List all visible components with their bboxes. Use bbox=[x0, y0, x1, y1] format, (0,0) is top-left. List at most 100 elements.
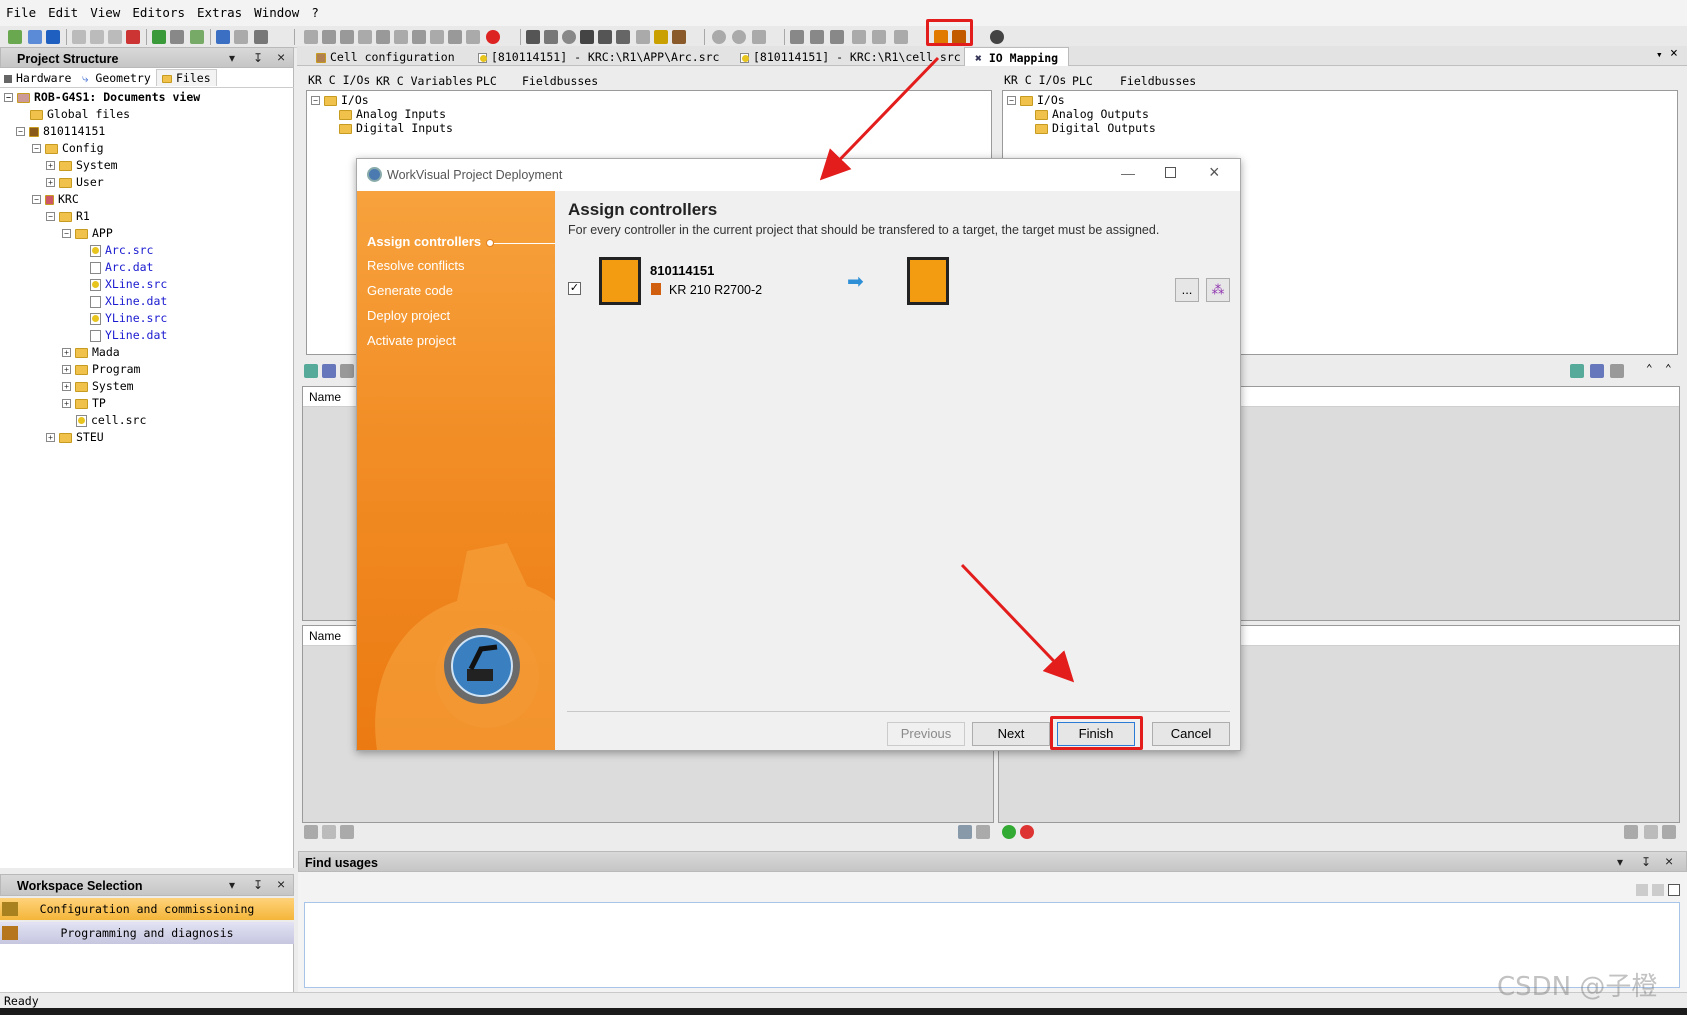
tree-config[interactable]: − Config bbox=[32, 140, 104, 156]
dropdown-icon[interactable]: ▾ bbox=[229, 878, 235, 892]
tab-files[interactable]: Files bbox=[156, 69, 217, 86]
tree-program[interactable]: + Program bbox=[62, 361, 140, 377]
close-icon[interactable]: × bbox=[1670, 46, 1678, 61]
tab-hardware[interactable]: Hardware bbox=[4, 71, 71, 87]
subtab-fieldbusses[interactable]: Fieldbusses bbox=[522, 74, 598, 88]
subtab-plc[interactable]: PLC bbox=[1072, 74, 1093, 88]
tree-file[interactable]: XLine.dat bbox=[90, 293, 167, 309]
tree-cell-src[interactable]: cell.src bbox=[76, 412, 146, 428]
subtab-krc-variables[interactable]: KR C Variables bbox=[376, 74, 473, 88]
grid-wand-icon[interactable] bbox=[976, 825, 990, 839]
previous-button[interactable]: Previous bbox=[887, 722, 965, 746]
help-icon[interactable] bbox=[990, 30, 1004, 44]
pen-icon[interactable] bbox=[636, 30, 650, 44]
tree-global-files[interactable]: Global files bbox=[30, 106, 130, 122]
play-icon[interactable] bbox=[322, 30, 336, 44]
expand-icon[interactable] bbox=[852, 30, 866, 44]
search-icon[interactable] bbox=[394, 30, 408, 44]
target-icon[interactable] bbox=[562, 30, 576, 44]
open-icon[interactable] bbox=[28, 30, 42, 44]
tab-geometry[interactable]: ⤷ Geometry bbox=[82, 71, 151, 86]
menu-editors[interactable]: Editors bbox=[126, 0, 191, 20]
grid-pen-icon[interactable] bbox=[1644, 825, 1658, 839]
tab-cell-src[interactable]: [810114151] - KRC:\R1\cell.src bbox=[730, 47, 971, 66]
stop-icon[interactable] bbox=[376, 30, 390, 44]
tree-steu[interactable]: + STEU bbox=[46, 429, 104, 445]
page-icon[interactable] bbox=[254, 30, 268, 44]
maximize-icon[interactable] bbox=[1165, 167, 1176, 178]
red-status-icon[interactable] bbox=[1020, 825, 1034, 839]
minimize-icon[interactable]: — bbox=[1121, 165, 1135, 181]
tab-list-icon[interactable]: ▾ bbox=[1656, 48, 1663, 61]
connect-icon[interactable] bbox=[304, 364, 318, 378]
green-status-icon[interactable] bbox=[1002, 825, 1016, 839]
tree-config-user[interactable]: + User bbox=[46, 174, 104, 190]
next-icon[interactable] bbox=[1652, 884, 1664, 896]
tree-file[interactable]: YLine.dat bbox=[90, 327, 167, 343]
doc-icon[interactable] bbox=[430, 30, 444, 44]
subtab-krc-ios[interactable]: KR C I/Os bbox=[308, 73, 370, 87]
pin-icon[interactable]: ↧ bbox=[1641, 855, 1651, 869]
refresh-icon[interactable] bbox=[170, 30, 184, 44]
collapse-icon[interactable] bbox=[872, 30, 886, 44]
tree-r1[interactable]: − R1 bbox=[46, 208, 90, 224]
workspace-item-config[interactable]: Configuration and commissioning bbox=[0, 898, 294, 920]
collapse-up-icon[interactable]: ⌃ bbox=[1646, 362, 1653, 375]
redo-icon[interactable] bbox=[234, 30, 248, 44]
network-target-button[interactable]: ⁂ bbox=[1206, 278, 1230, 302]
dropdown-icon[interactable]: ▾ bbox=[1617, 855, 1623, 869]
dropdown-icon[interactable]: ▾ bbox=[229, 51, 235, 65]
pause-icon[interactable] bbox=[340, 30, 354, 44]
grid-filter-icon[interactable] bbox=[340, 825, 354, 839]
close-icon[interactable]: × bbox=[277, 876, 285, 892]
tab-cell-configuration[interactable]: Cell configuration bbox=[306, 47, 465, 66]
box-icon[interactable] bbox=[672, 30, 686, 44]
delete-icon[interactable] bbox=[126, 30, 140, 44]
menu-file[interactable]: File bbox=[0, 0, 42, 20]
menu-edit[interactable]: Edit bbox=[42, 0, 84, 20]
cycle-icon[interactable] bbox=[752, 30, 766, 44]
tree-file[interactable]: YLine.src bbox=[90, 310, 167, 326]
save-icon[interactable] bbox=[46, 30, 60, 44]
align-left-icon[interactable] bbox=[790, 30, 804, 44]
doc2-icon[interactable] bbox=[466, 30, 480, 44]
paste-icon[interactable] bbox=[108, 30, 122, 44]
close-icon[interactable]: × bbox=[277, 49, 285, 65]
io-analog-inputs[interactable]: Analog Inputs bbox=[339, 107, 446, 121]
edit-signal-icon[interactable] bbox=[1610, 364, 1624, 378]
globe-icon[interactable] bbox=[712, 30, 726, 44]
step-icon[interactable] bbox=[358, 30, 372, 44]
close-icon[interactable]: × bbox=[1209, 162, 1220, 183]
tab-io-mapping[interactable]: ✖ IO Mapping bbox=[964, 47, 1070, 66]
record-icon[interactable] bbox=[486, 30, 500, 44]
window-icon[interactable] bbox=[1668, 884, 1680, 896]
filter-icon[interactable] bbox=[544, 30, 558, 44]
tree-app[interactable]: − APP bbox=[62, 225, 113, 241]
window-icon[interactable] bbox=[894, 30, 908, 44]
pin-icon[interactable]: ↧ bbox=[253, 51, 263, 65]
close-icon[interactable]: × bbox=[1665, 853, 1673, 869]
globe2-icon[interactable] bbox=[732, 30, 746, 44]
align-right-icon[interactable] bbox=[830, 30, 844, 44]
map-icon[interactable] bbox=[616, 30, 630, 44]
tools-icon[interactable] bbox=[580, 30, 594, 44]
grid-find-icon[interactable] bbox=[958, 825, 972, 839]
copy-icon[interactable] bbox=[90, 30, 104, 44]
io-digital-inputs[interactable]: Digital Inputs bbox=[339, 121, 453, 135]
find-usages-results[interactable] bbox=[304, 902, 1680, 988]
catalog-icon[interactable] bbox=[190, 30, 204, 44]
next-button[interactable]: Next bbox=[972, 722, 1050, 746]
disconnect-icon[interactable] bbox=[322, 364, 336, 378]
tab-arc-src[interactable]: [810114151] - KRC:\R1\APP\Arc.src bbox=[468, 47, 729, 66]
tree-system[interactable]: + System bbox=[62, 378, 134, 394]
grid-tool-icon[interactable] bbox=[1624, 825, 1638, 839]
grid-filter-icon[interactable] bbox=[1662, 825, 1676, 839]
io-right-root[interactable]: − I/Os bbox=[1007, 93, 1065, 107]
add-icon[interactable] bbox=[152, 30, 166, 44]
edit-signal-icon[interactable] bbox=[340, 364, 354, 378]
undo-icon[interactable] bbox=[216, 30, 230, 44]
cut-icon[interactable] bbox=[72, 30, 86, 44]
cancel-button[interactable]: Cancel bbox=[1152, 722, 1230, 746]
grid-pen-icon[interactable] bbox=[322, 825, 336, 839]
tool-icon[interactable] bbox=[412, 30, 426, 44]
